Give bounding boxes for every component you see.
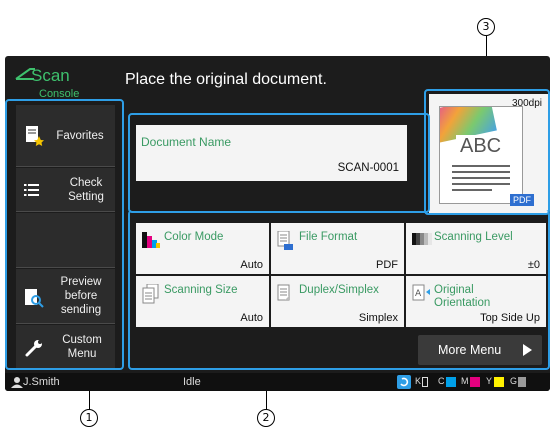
preview-line bbox=[452, 183, 510, 185]
scanning-size-icon bbox=[142, 284, 159, 304]
setting-value: PDF bbox=[376, 259, 398, 271]
sidebar-item-label: Check Setting bbox=[68, 177, 104, 203]
sidebar-item-label: Preview before sending bbox=[60, 276, 102, 316]
setting-label: File Format bbox=[299, 231, 358, 243]
sidebar-item-preview[interactable]: Preview before sending bbox=[16, 269, 115, 324]
sidebar-item-label: Custom Menu bbox=[62, 334, 102, 360]
device-status: Idle bbox=[183, 376, 201, 388]
preview-icon bbox=[25, 289, 44, 308]
preview-page: ABC bbox=[439, 106, 523, 204]
setting-label: Original Orientation bbox=[434, 284, 491, 309]
ink-m-label: M bbox=[461, 376, 469, 386]
duplex-icon bbox=[277, 284, 290, 301]
sidebar-item-check-setting[interactable]: Check Setting bbox=[16, 168, 115, 212]
orientation-icon: A bbox=[412, 284, 430, 301]
setting-label: Color Mode bbox=[164, 231, 224, 243]
list-icon bbox=[24, 184, 39, 196]
app-title: Scan bbox=[31, 66, 70, 85]
ink-k-label: K bbox=[415, 376, 422, 386]
pdf-badge: PDF bbox=[510, 194, 534, 206]
setting-value: Auto bbox=[240, 259, 263, 271]
setting-color-mode[interactable]: Color Mode Auto bbox=[136, 223, 269, 274]
brand-underline bbox=[11, 99, 115, 100]
ink-c-level bbox=[446, 377, 456, 387]
ink-y-label: Y bbox=[486, 376, 493, 386]
wrench-icon bbox=[25, 340, 42, 357]
user-name[interactable]: J.Smith bbox=[23, 376, 60, 388]
document-name-label: Document Name bbox=[141, 135, 232, 149]
preview-line bbox=[452, 171, 510, 173]
ink-y-level bbox=[494, 377, 504, 387]
more-menu-label: More Menu bbox=[438, 343, 502, 357]
preview-line bbox=[452, 165, 510, 167]
setting-label: Scanning Level bbox=[434, 231, 513, 243]
callout-3: 3 bbox=[477, 18, 495, 36]
setting-value: Top Side Up bbox=[480, 312, 540, 324]
sidebar-item-custom-menu[interactable]: Custom Menu bbox=[16, 325, 115, 369]
callout-1: 1 bbox=[80, 409, 98, 427]
sidebar-spacer bbox=[16, 213, 115, 268]
favorites-icon bbox=[26, 126, 44, 146]
ink-c-label: C bbox=[438, 376, 445, 386]
document-name-value: SCAN-0001 bbox=[337, 162, 399, 174]
scanning-level-icon bbox=[412, 233, 432, 245]
ink-k-level bbox=[422, 377, 428, 387]
setting-label: Duplex/Simplex bbox=[299, 284, 379, 296]
setting-label: Scanning Size bbox=[164, 284, 238, 296]
ink-m-level bbox=[470, 377, 480, 387]
setting-scanning-level[interactable]: Scanning Level ±0 bbox=[406, 223, 546, 274]
scan-preview[interactable]: 300dpi ABC PDF bbox=[429, 94, 548, 213]
setting-original-orientation[interactable]: A Original Orientation Top Side Up bbox=[406, 276, 546, 327]
ink-g-level bbox=[518, 377, 526, 387]
preview-line bbox=[452, 189, 492, 191]
setting-value: ±0 bbox=[527, 259, 540, 271]
setting-value: Auto bbox=[240, 312, 263, 324]
arrow-right-icon bbox=[523, 344, 532, 356]
scan-console-screen: Scan Console Place the original document… bbox=[5, 56, 550, 391]
refresh-icon[interactable] bbox=[397, 375, 411, 389]
setting-file-format[interactable]: File Format PDF bbox=[271, 223, 404, 274]
document-name-field[interactable]: Document Name SCAN-0001 bbox=[136, 125, 407, 181]
file-format-icon bbox=[277, 231, 293, 250]
user-icon bbox=[11, 377, 23, 388]
preview-text: ABC bbox=[456, 135, 506, 158]
setting-duplex-simplex[interactable]: Duplex/Simplex Simplex bbox=[271, 276, 404, 327]
sidebar-item-favorites[interactable]: Favorites bbox=[16, 105, 115, 167]
ink-g-label: G bbox=[510, 376, 518, 386]
header-message: Place the original document. bbox=[125, 71, 327, 88]
setting-scanning-size[interactable]: Scanning Size Auto bbox=[136, 276, 269, 327]
color-mode-icon bbox=[142, 232, 160, 248]
svg-text:A: A bbox=[415, 289, 422, 299]
setting-value: Simplex bbox=[358, 312, 398, 324]
callout-2: 2 bbox=[257, 409, 275, 427]
sidebar-item-label: Favorites bbox=[56, 130, 104, 142]
more-menu-button[interactable]: More Menu bbox=[418, 335, 542, 365]
preview-line bbox=[452, 177, 510, 179]
status-bar: J.Smith Idle K C M Y G bbox=[5, 373, 550, 391]
